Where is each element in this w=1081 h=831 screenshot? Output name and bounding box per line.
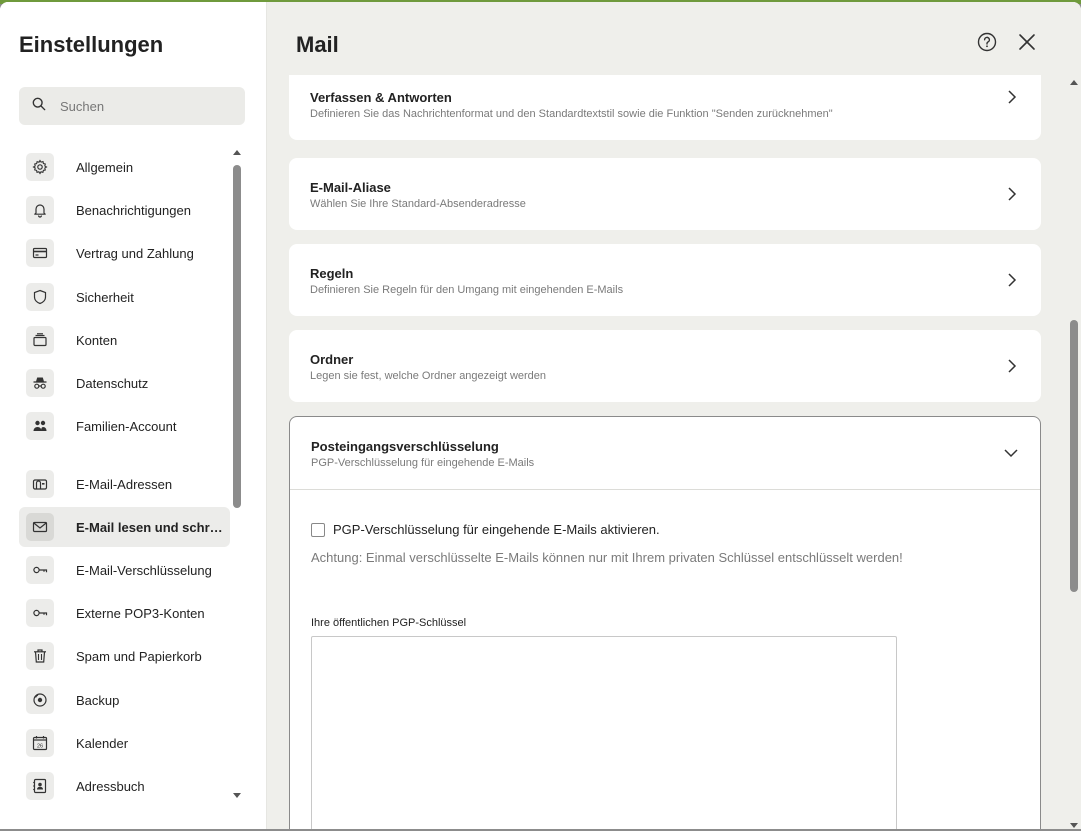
mailbox-icon	[26, 470, 54, 498]
accounts-icon	[26, 326, 54, 354]
card-email-aliase[interactable]: E-Mail-Aliase Wählen Sie Ihre Standard-A…	[289, 158, 1041, 230]
sidebar-item-backup[interactable]: Backup	[19, 680, 230, 720]
settings-dialog: Einstellungen Allgemein Benachrichtigung…	[0, 2, 1081, 829]
card-subtitle: Wählen Sie Ihre Standard-Absenderadresse	[310, 198, 526, 210]
credit-card-icon	[26, 239, 54, 267]
sidebar-item-sicherheit[interactable]: Sicherheit	[19, 277, 230, 317]
main-header: Mail	[267, 2, 1081, 75]
card-regeln[interactable]: Regeln Definieren Sie Regeln für den Umg…	[289, 244, 1041, 316]
sidebar-item-label: Backup	[76, 692, 120, 708]
pgp-enable-label[interactable]: PGP-Verschlüsselung für eingehende E-Mai…	[333, 522, 660, 537]
page-title: Mail	[296, 32, 339, 57]
trash-icon	[26, 642, 54, 670]
search-icon	[32, 97, 46, 116]
chevron-right-icon	[1008, 187, 1017, 201]
card-verfassen-antworten[interactable]: Verfassen & Antworten Definieren Sie das…	[289, 67, 1041, 140]
sidebar-item-kalender[interactable]: 26 Kalender	[19, 723, 230, 763]
calendar-day: 26	[37, 744, 43, 750]
search-input[interactable]	[60, 98, 230, 114]
sidebar-item-spam-papierkorb[interactable]: Spam und Papierkorb	[19, 636, 230, 676]
sidebar-item-allgemein[interactable]: Allgemein	[19, 147, 230, 187]
sidebar-item-label: Sicherheit	[76, 289, 134, 305]
card-header-expanded[interactable]: Posteingangsverschlüsselung PGP-Verschlü…	[290, 417, 1040, 490]
public-key-textarea[interactable]	[311, 636, 897, 829]
gear-icon	[26, 153, 54, 181]
public-key-label: Ihre öffentlichen PGP-Schlüssel	[311, 617, 467, 629]
sidebar-scrollbar[interactable]	[232, 150, 242, 798]
sidebar-item-label: Konten	[76, 332, 118, 348]
help-circle-icon	[977, 32, 997, 57]
card-subtitle: Definieren Sie Regeln für den Umgang mit…	[310, 284, 624, 296]
main-scrollbar[interactable]	[1069, 80, 1079, 828]
close-icon	[1018, 33, 1036, 56]
address-book-icon	[26, 772, 54, 800]
close-button[interactable]	[1015, 32, 1039, 56]
pgp-enable-checkbox[interactable]	[311, 523, 325, 537]
bell-icon	[26, 196, 54, 224]
sidebar-item-adressbuch[interactable]: Adressbuch	[19, 766, 230, 806]
warning-text: Achtung: Einmal verschlüsselte E-Mails k…	[311, 550, 903, 565]
card-subtitle: PGP-Verschlüsselung für eingehende E-Mai…	[311, 457, 535, 469]
scroll-down-arrow-icon[interactable]	[233, 793, 241, 798]
card-title: Ordner	[310, 352, 354, 367]
card-ordner[interactable]: Ordner Legen sie fest, welche Ordner ang…	[289, 330, 1041, 402]
card-title: E-Mail-Aliase	[310, 180, 391, 195]
sidebar-item-email-lesen-schreiben[interactable]: E-Mail lesen und schreiben	[19, 507, 230, 547]
chevron-right-icon	[1008, 359, 1017, 373]
sidebar-title: Einstellungen	[19, 32, 164, 57]
shield-icon	[26, 283, 54, 311]
sidebar-item-label: Familien-Account	[76, 418, 177, 434]
scroll-up-arrow-icon[interactable]	[233, 150, 241, 155]
sidebar-item-benachrichtigungen[interactable]: Benachrichtigungen	[19, 190, 230, 230]
sidebar-item-label: Allgemein	[76, 159, 134, 175]
sidebar-item-label: Adressbuch	[76, 778, 145, 794]
sidebar-item-label: Benachrichtigungen	[76, 202, 191, 218]
family-icon	[26, 412, 54, 440]
chevron-right-icon	[1008, 90, 1017, 104]
envelope-icon	[26, 513, 54, 541]
backup-disc-icon	[26, 686, 54, 714]
card-title: Regeln	[310, 266, 354, 281]
main-panel: Mail Verfassen & Antworten Definieren Si…	[267, 2, 1081, 829]
sidebar-item-label: E-Mail-Adressen	[76, 476, 173, 492]
sidebar-item-externe-pop3[interactable]: Externe POP3-Konten	[19, 593, 230, 633]
card-title: Verfassen & Antworten	[310, 90, 452, 105]
sidebar: Einstellungen Allgemein Benachrichtigung…	[0, 2, 267, 829]
scroll-up-arrow-icon[interactable]	[1070, 80, 1078, 85]
calendar-icon: 26	[26, 729, 54, 757]
sidebar-item-label: Spam und Papierkorb	[76, 648, 202, 664]
card-title: Posteingangsverschlüsselung	[311, 439, 499, 454]
sidebar-item-familien-account[interactable]: Familien-Account	[19, 406, 230, 446]
sidebar-item-label: Vertrag und Zahlung	[76, 245, 194, 261]
chevron-down-icon	[1004, 449, 1018, 458]
sidebar-item-email-adressen[interactable]: E-Mail-Adressen	[19, 464, 230, 504]
key-icon	[26, 599, 54, 627]
sidebar-item-datenschutz[interactable]: Datenschutz	[19, 363, 230, 403]
chevron-right-icon	[1008, 273, 1017, 287]
sidebar-item-vertrag[interactable]: Vertrag und Zahlung	[19, 233, 230, 273]
card-subtitle: Legen sie fest, welche Ordner angezeigt …	[310, 370, 547, 382]
scrollbar-thumb[interactable]	[233, 165, 241, 508]
help-button[interactable]	[975, 32, 999, 56]
search-box[interactable]	[19, 87, 245, 125]
sidebar-item-email-verschluesselung[interactable]: E-Mail-Verschlüsselung	[19, 550, 230, 590]
key-icon	[26, 556, 54, 584]
sidebar-item-konten[interactable]: Konten	[19, 320, 230, 360]
card-posteingangsverschluesselung: Posteingangsverschlüsselung PGP-Verschlü…	[289, 416, 1041, 829]
scroll-down-arrow-icon[interactable]	[1070, 823, 1078, 828]
sidebar-item-label: Datenschutz	[76, 375, 149, 391]
card-subtitle: Definieren Sie das Nachrichtenformat und…	[310, 108, 833, 120]
scrollbar-thumb[interactable]	[1070, 320, 1078, 592]
sidebar-item-label: Externe POP3-Konten	[76, 605, 205, 621]
sidebar-item-label: E-Mail lesen und schreiben	[76, 519, 228, 535]
incognito-icon	[26, 369, 54, 397]
sidebar-item-label: E-Mail-Verschlüsselung	[76, 562, 212, 578]
sidebar-item-label: Kalender	[76, 735, 129, 751]
